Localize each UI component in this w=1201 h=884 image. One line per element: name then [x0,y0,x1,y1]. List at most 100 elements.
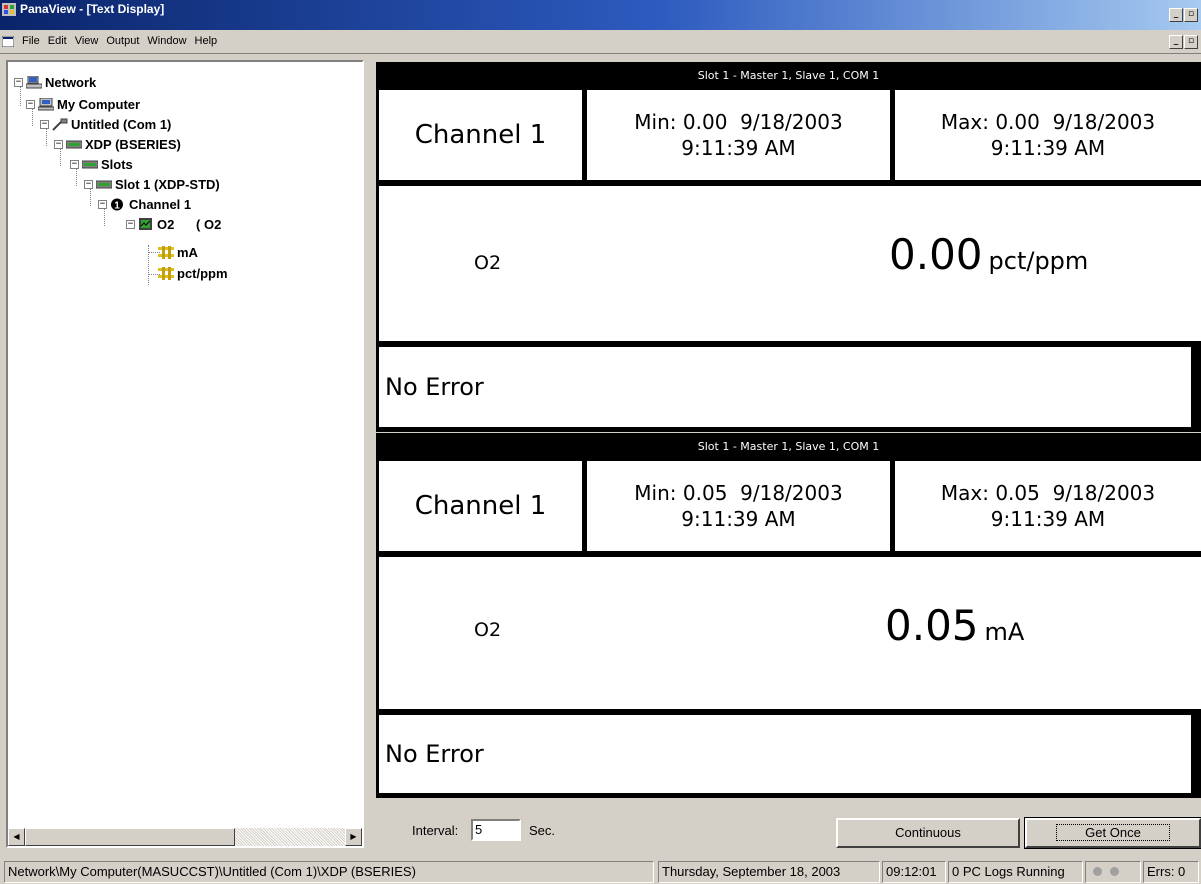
tree-node-pct-ppm[interactable]: pct/ppm [158,264,228,282]
error-status: No Error [385,373,484,401]
app-icon [2,3,16,16]
menu-help[interactable]: Help [191,35,222,47]
network-icon [26,75,42,88]
menu-view[interactable]: View [71,35,103,47]
collapse-icon[interactable]: − [98,199,107,209]
channel-label-cell: Channel 1 [379,90,582,180]
display-header: Slot 1 - Master 1, Slave 1, COM 1 [376,62,1201,90]
status-bar: Network\My Computer(MASUCCST)\Untitled (… [0,858,1201,884]
tree-label: XDP (BSERIES) [85,136,181,152]
tree-label: My Computer [57,96,141,112]
error-status: No Error [385,740,484,768]
tree-node-xdp[interactable]: − XDP (BSERIES) [54,135,181,153]
menu-bar: File Edit View Output Window Help _ ▫ [0,30,1201,54]
status-date: Thursday, September 18, 2003 [658,861,880,883]
min-value: Min: 0.00 9/18/2003 [634,110,843,134]
reading-value: 0.05 [885,601,979,650]
title-bar: PanaView - [Text Display] _ ▫ [0,0,1201,30]
document-icon[interactable] [2,36,14,47]
reading-cell: O2 0.05 mA [379,557,1201,709]
computer-icon [38,97,54,110]
cable-icon [52,118,68,131]
channel-label: Channel 1 [414,491,547,521]
menu-output[interactable]: Output [102,35,143,47]
menu-items: File Edit View Output Window Help [18,35,221,47]
tree-label: Slots [101,156,133,172]
collapse-icon[interactable]: − [40,119,49,129]
status-time: 09:12:01 [882,861,946,883]
scroll-track[interactable] [235,828,345,846]
status-path: Network\My Computer(MASUCCST)\Untitled (… [4,861,654,883]
error-cell: No Error [379,347,1191,427]
tree-label: O2 ( O2 [157,216,222,232]
reading-unit: mA [984,618,1025,646]
tree-node-channel1[interactable]: − 1 Channel 1 [98,195,191,213]
min-cell: Min: 0.05 9/18/2003 9:11:39 AM [587,461,890,551]
mdi-minimize-icon[interactable]: _ [1169,35,1183,49]
min-time: 9:11:39 AM [681,507,796,531]
status-led-icon [1110,867,1119,876]
channel-label: Channel 1 [414,120,547,150]
control-bar: Interval: 5 Sec. Continuous Get Once [376,800,1201,849]
slot-icon [96,180,112,188]
tree-node-o2[interactable]: − O2 ( O2 [126,215,221,233]
channel-display-2: Slot 1 - Master 1, Slave 1, COM 1 Channe… [376,433,1201,798]
tree-label: Slot 1 (XDP-STD) [115,176,220,192]
parameter-name: O2 [474,252,502,274]
tree-node-network[interactable]: − Network [14,73,96,91]
slots-icon [82,160,98,168]
scroll-thumb[interactable] [25,828,235,846]
window-buttons: _ ▫ [1169,8,1199,22]
collapse-icon[interactable]: − [26,99,35,109]
max-value: Max: 0.05 9/18/2003 [940,481,1156,505]
svg-text:1: 1 [114,200,120,211]
mdi-window-buttons: _ ▫ [1169,35,1199,49]
tree-horizontal-scrollbar[interactable]: ◀ ▶ [8,828,362,846]
collapse-icon[interactable]: − [14,77,23,87]
max-time: 9:11:39 AM [990,507,1106,531]
collapse-icon[interactable]: − [126,219,135,229]
collapse-icon[interactable]: − [70,159,79,169]
minimize-icon[interactable]: _ [1169,8,1183,22]
collapse-icon[interactable]: − [54,139,63,149]
window-title: PanaView - [Text Display] [20,2,165,16]
continuous-button[interactable]: Continuous [836,818,1020,848]
mdi-restore-icon[interactable]: ▫ [1184,35,1198,49]
menu-window[interactable]: Window [143,35,190,47]
unit-icon [158,245,174,259]
tree-node-my-computer[interactable]: − My Computer [26,95,140,113]
menu-edit[interactable]: Edit [44,35,71,47]
tree-node-slot1[interactable]: − Slot 1 (XDP-STD) [84,175,220,193]
seconds-label: Sec. [529,823,556,838]
tree-label: Channel 1 [129,196,192,212]
tree-node-ma[interactable]: mA [158,243,198,261]
restore-icon[interactable]: ▫ [1184,8,1198,22]
parameter-name: O2 [474,619,502,641]
network-tree: − Network − My Computer − Untitled (Com … [8,62,362,822]
scroll-left-icon[interactable]: ◀ [8,828,25,846]
min-cell: Min: 0.00 9/18/2003 9:11:39 AM [587,90,890,180]
max-value: Max: 0.00 9/18/2003 [940,110,1156,134]
reading-cell: O2 0.00 pct/ppm [379,186,1201,341]
collapse-icon[interactable]: − [84,179,93,189]
reading-value: 0.00 [889,230,983,279]
error-cell: No Error [379,715,1191,793]
menu-file[interactable]: File [18,35,44,47]
unit-icon [158,266,174,280]
max-cell: Max: 0.00 9/18/2003 9:11:39 AM [895,90,1201,180]
status-leds [1085,861,1141,883]
interval-input[interactable]: 5 [471,819,521,841]
max-time: 9:11:39 AM [990,136,1106,160]
device-icon [66,140,82,148]
tree-label: Network [45,74,97,90]
tree-node-slots[interactable]: − Slots [70,155,133,173]
tree-label: Untitled (Com 1) [71,116,172,132]
status-logs: 0 PC Logs Running [948,861,1083,883]
continuous-button-label: Continuous [895,825,961,840]
tree-label: pct/ppm [177,265,228,281]
scroll-right-icon[interactable]: ▶ [345,828,362,846]
max-cell: Max: 0.05 9/18/2003 9:11:39 AM [895,461,1201,551]
get-once-button[interactable]: Get Once [1024,817,1201,849]
tree-node-untitled-com1[interactable]: − Untitled (Com 1) [40,115,171,133]
network-tree-pane: − Network − My Computer − Untitled (Com … [6,60,364,848]
